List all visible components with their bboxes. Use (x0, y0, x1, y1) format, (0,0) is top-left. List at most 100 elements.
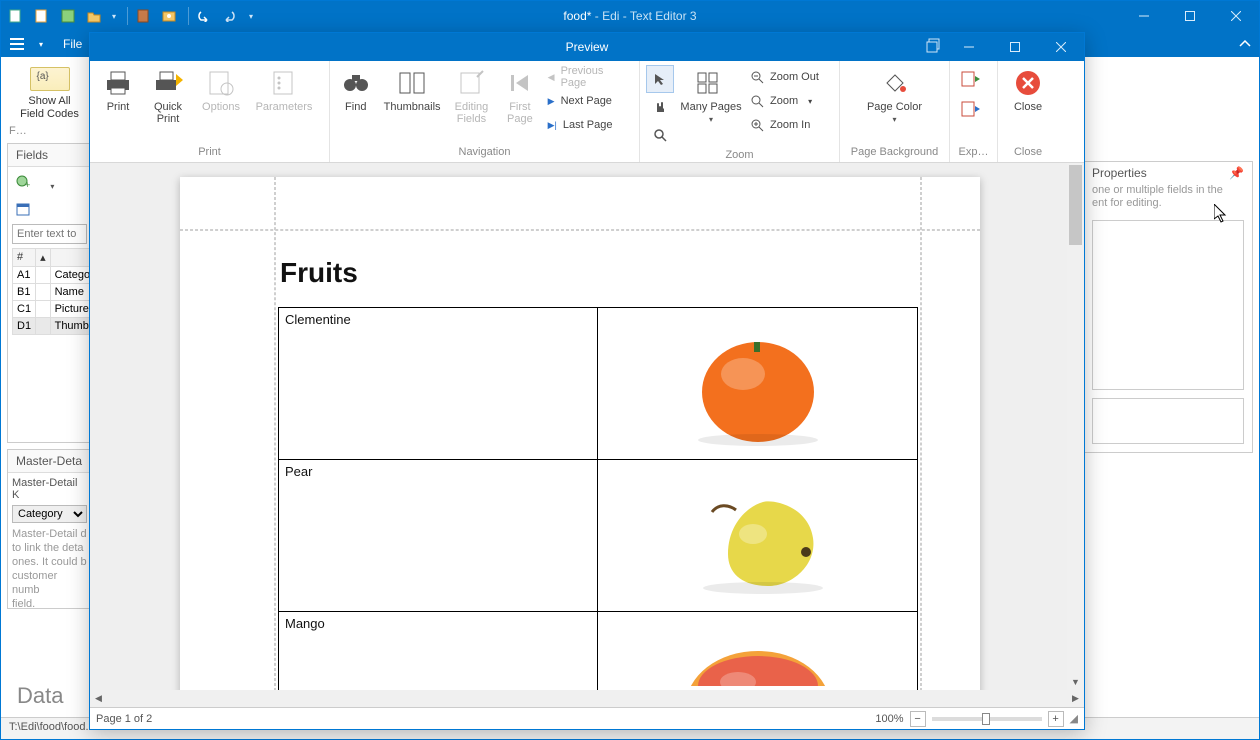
md-desc: Master-Detail d to link the deta ones. I… (12, 527, 87, 611)
qat-open-icon[interactable] (83, 5, 105, 27)
qat-new-icon[interactable] (5, 5, 27, 27)
fields-search-input[interactable] (12, 224, 87, 244)
table-row: Clementine (279, 308, 918, 460)
table-row[interactable]: C1Picture (13, 300, 99, 317)
table-row: Pear (279, 460, 918, 612)
zoom-out-button[interactable]: Zoom Out (748, 65, 821, 89)
app-menu-chevron-icon[interactable]: ▾ (31, 34, 51, 54)
find-button[interactable]: Find (336, 65, 376, 115)
gear-icon (205, 67, 237, 99)
table-row[interactable]: A1Categor (13, 266, 99, 283)
data-tab[interactable]: Data (7, 679, 73, 713)
last-icon: ▶| (548, 120, 557, 131)
editing-fields-button[interactable]: Editing Fields (449, 65, 494, 127)
horizontal-scrollbar[interactable]: ◀ ▶ (90, 690, 1084, 707)
page-indicator: Page 1 of 2 (96, 713, 152, 725)
bg-group-label: Page Background (846, 146, 943, 160)
preview-document-area[interactable]: Fruits Clementine Pear (90, 163, 1084, 690)
table-row[interactable]: D1Thumb (13, 317, 99, 334)
svg-text:+: + (25, 180, 30, 189)
next-page-button[interactable]: ▶Next Page (546, 89, 633, 113)
preview-window: Preview Print Quick Print Opt (89, 32, 1085, 730)
qat-paste-icon[interactable] (132, 5, 154, 27)
options-button[interactable]: Options (196, 65, 246, 115)
page-color-button[interactable]: Page Color ▾ (860, 65, 930, 126)
thumbnails-button[interactable]: Thumbnails (382, 65, 443, 115)
pointer-tool-button[interactable] (646, 65, 674, 93)
scroll-thumb[interactable] (1069, 165, 1082, 245)
zoom-slider-knob[interactable] (982, 713, 990, 725)
minimize-button[interactable] (1121, 1, 1167, 31)
export-2-button[interactable] (956, 95, 984, 123)
qat-dropdown-icon[interactable]: ▾ (109, 5, 119, 27)
zoom-in-button[interactable]: Zoom In (748, 113, 821, 137)
file-tab[interactable]: File (63, 37, 82, 51)
table-row: Mango (279, 612, 918, 691)
many-pages-button[interactable]: Many Pages ▾ (680, 65, 742, 126)
show-all-field-codes-button[interactable]: Show All Field Codes (7, 61, 92, 123)
parameters-button[interactable]: Parameters (252, 65, 316, 115)
md-key-select[interactable]: Category (12, 505, 87, 523)
mango-image (658, 616, 858, 686)
qat-screenshot-icon[interactable] (158, 5, 180, 27)
quick-print-icon (152, 67, 184, 99)
properties-box (1092, 220, 1244, 390)
qat-redo-icon[interactable] (219, 5, 241, 27)
resize-grip-icon[interactable]: ◢ (1070, 712, 1078, 725)
app-menu-icon[interactable] (7, 34, 27, 54)
fields-panel-title: Fields (8, 144, 91, 167)
ribbon-close-button[interactable]: Close (1006, 65, 1050, 115)
ribbon-collapse-icon[interactable] (1239, 40, 1251, 48)
doc-heading: Fruits (280, 257, 358, 289)
left-ribbon-fragment: Show All Field Codes F… Fields + ▾ #▴ A1… (7, 61, 92, 609)
qat-more-icon[interactable]: ▾ (245, 5, 257, 27)
bucket-icon (879, 67, 911, 99)
first-page-icon (504, 67, 536, 99)
main-app-name: - Edi - Text Editor 3 (591, 9, 696, 23)
preview-close-button[interactable] (1038, 33, 1084, 61)
zoom-minus-button[interactable]: − (910, 711, 926, 727)
hand-tool-button[interactable] (646, 93, 674, 121)
zoom-plus-button[interactable]: + (1048, 711, 1064, 727)
close-button[interactable] (1213, 1, 1259, 31)
qat-new-doc-icon[interactable] (31, 5, 53, 27)
first-page-button[interactable]: First Page (500, 65, 540, 127)
preview-title-label: Preview (566, 40, 609, 54)
vertical-scrollbar[interactable]: ▲ ▼ (1067, 163, 1084, 690)
next-icon: ▶ (548, 96, 555, 107)
print-button[interactable]: Print (96, 65, 140, 115)
preview-ribbon: Print Quick Print Options Parameters Pri… (90, 61, 1084, 163)
preview-status-bar: Page 1 of 2 100% − + ◢ (90, 707, 1084, 729)
fields-grid[interactable]: #▴ A1Categor B1Name C1Picture D1Thumb (12, 248, 99, 335)
scroll-down-icon[interactable]: ▼ (1067, 673, 1084, 690)
maximize-button[interactable] (1167, 1, 1213, 31)
qat-undo-icon[interactable] (193, 5, 215, 27)
add-field-icon[interactable]: + (12, 171, 34, 193)
page: Fruits Clementine Pear (180, 177, 980, 690)
calendar-icon[interactable] (12, 198, 34, 220)
preview-minimize-button[interactable] (946, 33, 992, 61)
zoom-button[interactable]: Zoom▾ (748, 89, 821, 113)
scroll-right-icon[interactable]: ▶ (1067, 690, 1084, 707)
pin-icon[interactable]: 📌 (1229, 166, 1244, 180)
table-row[interactable]: B1Name (13, 283, 99, 300)
field-dropdown-icon[interactable]: ▾ (41, 176, 63, 198)
fields-panel: Fields + ▾ #▴ A1Categor B1Name C1Picture… (7, 143, 92, 443)
nav-group-label: Navigation (336, 146, 633, 160)
col-hash[interactable]: # (13, 248, 36, 266)
md-key-label: Master-Detail K (12, 477, 87, 501)
col-sort[interactable]: ▴ (36, 248, 51, 266)
zoom-slider[interactable] (932, 717, 1042, 721)
previous-page-button[interactable]: ◀Previous Page (546, 65, 633, 89)
restore-inside-icon[interactable] (926, 38, 944, 56)
export-1-button[interactable] (956, 65, 984, 93)
last-page-button[interactable]: ▶|Last Page (546, 113, 633, 137)
editing-fields-icon (455, 67, 487, 99)
quick-print-button[interactable]: Quick Print (146, 65, 190, 127)
zoom-percent: 100% (875, 713, 903, 725)
qat-save-icon[interactable] (57, 5, 79, 27)
preview-maximize-button[interactable] (992, 33, 1038, 61)
scroll-left-icon[interactable]: ◀ (90, 690, 107, 707)
magnifier-tool-button[interactable] (646, 121, 674, 149)
fruit-name-cell: Mango (279, 612, 598, 691)
